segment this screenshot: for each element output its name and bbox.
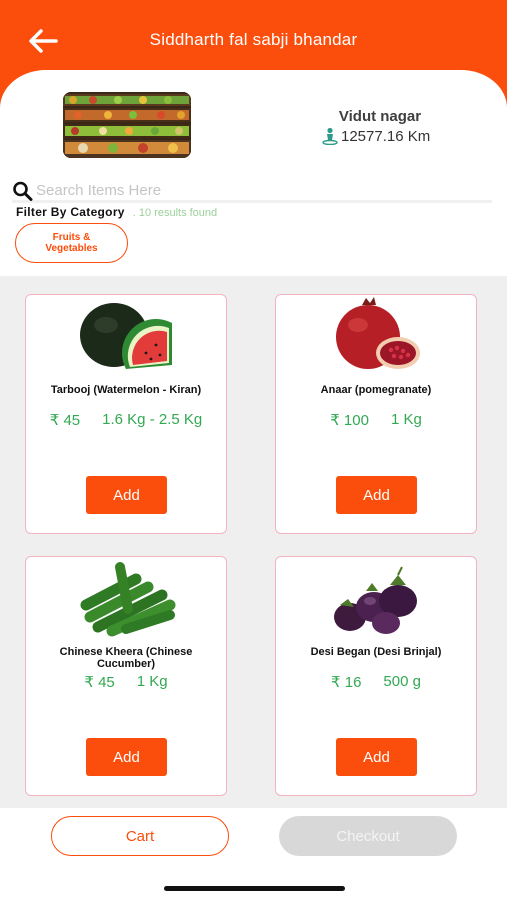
person-pin-icon bbox=[322, 127, 338, 145]
product-quantity: 1 Kg bbox=[390, 411, 422, 428]
chip-label: Fruits & Vegetables bbox=[45, 232, 98, 254]
product-name: Tarbooj (Watermelon - Kiran) bbox=[50, 384, 202, 396]
product-price: ₹ 45 bbox=[84, 674, 115, 691]
product-card[interactable]: Chinese Kheera (Chinese Cucumber) ₹ 45 1… bbox=[25, 556, 227, 796]
store-distance: 12577.16 Km bbox=[322, 126, 430, 146]
add-button[interactable]: Add bbox=[86, 738, 167, 776]
filter-label: Filter By Category bbox=[16, 205, 125, 219]
distance-text: 12577.16 Km bbox=[341, 127, 431, 145]
product-card[interactable]: Tarbooj (Watermelon - Kiran) ₹ 45 1.6 Kg… bbox=[25, 294, 227, 534]
product-name: Chinese Kheera (Chinese Cucumber) bbox=[59, 646, 193, 670]
cart-button[interactable]: Cart bbox=[51, 816, 229, 856]
product-quantity: 500 g bbox=[383, 673, 421, 690]
product-card[interactable]: Desi Began (Desi Brinjal) ₹ 16 500 g Add bbox=[275, 556, 477, 796]
pomegranate-image bbox=[326, 295, 428, 381]
product-card[interactable]: Anaar (pomegranate) ₹ 100 1 Kg Add bbox=[275, 294, 477, 534]
search-icon bbox=[13, 181, 33, 201]
product-name: Desi Began (Desi Brinjal) bbox=[310, 646, 442, 658]
add-button[interactable]: Add bbox=[336, 476, 417, 514]
price-row: ₹ 45 1 Kg bbox=[26, 673, 226, 691]
price-row: ₹ 100 1 Kg bbox=[276, 411, 476, 429]
category-chip-fruits-vegetables[interactable]: Fruits & Vegetables bbox=[15, 223, 128, 263]
product-price: ₹ 100 bbox=[330, 412, 369, 429]
watermelon-image bbox=[76, 295, 178, 381]
price-row: ₹ 45 1.6 Kg - 2.5 Kg bbox=[26, 411, 226, 429]
product-price: ₹ 16 bbox=[331, 674, 362, 691]
brinjal-image bbox=[326, 557, 428, 643]
add-button[interactable]: Add bbox=[336, 738, 417, 776]
footer-bar: Cart Checkout bbox=[0, 808, 507, 900]
filter-row: Filter By Category . 10 results found bbox=[16, 205, 217, 219]
cucumber-image bbox=[76, 557, 178, 643]
checkout-button[interactable]: Checkout bbox=[279, 816, 457, 856]
results-count: . 10 results found bbox=[132, 207, 218, 219]
search-bar bbox=[12, 181, 492, 203]
home-indicator bbox=[164, 886, 345, 891]
product-grid: Tarbooj (Watermelon - Kiran) ₹ 45 1.6 Kg… bbox=[0, 276, 507, 808]
product-name: Anaar (pomegranate) bbox=[320, 384, 432, 396]
product-quantity: 1 Kg bbox=[136, 673, 168, 690]
search-input[interactable] bbox=[34, 182, 434, 199]
page-title: Siddharth fal sabji bhandar bbox=[149, 30, 358, 49]
store-name: Vidut nagar bbox=[338, 108, 422, 125]
add-button[interactable]: Add bbox=[86, 476, 167, 514]
store-image bbox=[63, 92, 191, 158]
price-row: ₹ 16 500 g bbox=[276, 673, 476, 691]
product-quantity: 1.6 Kg - 2.5 Kg bbox=[102, 411, 203, 428]
screen: Siddharth fal sabji bhandar Vidut nagar … bbox=[0, 0, 507, 900]
product-price: ₹ 45 bbox=[49, 412, 81, 429]
